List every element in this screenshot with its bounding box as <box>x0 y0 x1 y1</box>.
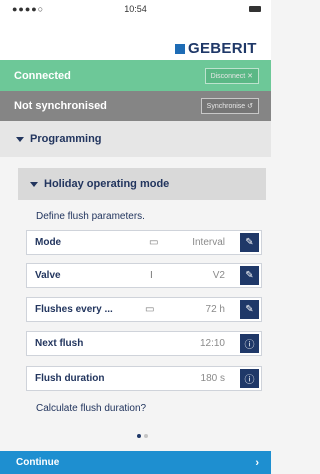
continue-button[interactable]: Continue › <box>0 451 271 474</box>
param-label: Flush duration <box>35 373 105 384</box>
logo-square-icon <box>175 44 185 54</box>
param-value: Interval <box>192 237 225 248</box>
chevron-right-icon: › <box>255 456 259 469</box>
param-label: Flushes every ... <box>35 304 113 315</box>
tablet-icon: ▭ <box>149 237 159 248</box>
param-value: 72 h <box>205 304 225 315</box>
param-label: Mode <box>35 237 62 248</box>
connection-status-bar: Connected Disconnect ✕ <box>0 60 271 91</box>
info-icon[interactable]: ⓘ <box>240 369 259 388</box>
pager-dot[interactable] <box>144 434 148 438</box>
synchronise-button[interactable]: Synchronise ↺ <box>200 98 259 114</box>
sync-status-bar: Not synchronised Synchronise ↺ <box>0 91 271 121</box>
param-row-valve[interactable]: Valve I V2 ✎ <box>26 263 262 288</box>
chevron-down-icon <box>16 136 24 142</box>
param-row-next-flush[interactable]: Next flush 12:10 ⓘ <box>26 331 262 356</box>
param-row-mode[interactable]: Mode ▭ Interval ✎ <box>26 230 262 255</box>
status-time: 10:54 <box>124 4 147 14</box>
param-row-flush-interval[interactable]: Flushes every ... ▭ 72 h ✎ <box>26 297 262 322</box>
status-bar: ●●●●○ 10:54 <box>0 0 271 18</box>
holiday-mode-section-header[interactable]: Holiday operating mode <box>18 168 266 200</box>
continue-label: Continue <box>16 457 60 468</box>
param-value: V2 <box>212 270 225 281</box>
sync-status-label: Not synchronised <box>14 100 107 112</box>
param-row-flush-duration[interactable]: Flush duration 180 s ⓘ <box>26 366 262 391</box>
param-label: Next flush <box>35 338 84 349</box>
calculate-flush-duration-link[interactable]: Calculate flush duration? <box>36 403 146 414</box>
brand-header: GEBERIT <box>0 18 271 60</box>
programming-section-header[interactable]: Programming <box>0 121 271 157</box>
define-parameters-text: Define flush parameters. <box>36 211 145 222</box>
programming-label: Programming <box>30 133 102 145</box>
disconnect-button[interactable]: Disconnect ✕ <box>204 68 259 84</box>
tablet-icon: ▭ <box>145 304 155 315</box>
param-value: 180 s <box>200 373 225 384</box>
param-label: Valve <box>35 270 61 281</box>
text-cursor-icon: I <box>150 270 153 281</box>
param-value: 12:10 <box>199 338 225 349</box>
pager-dot-active[interactable] <box>137 434 141 438</box>
connection-status-label: Connected <box>14 69 71 82</box>
edit-pencil-icon[interactable]: ✎ <box>240 300 259 319</box>
edit-pencil-icon[interactable]: ✎ <box>240 233 259 252</box>
chevron-down-icon <box>30 181 38 187</box>
brand-logo: GEBERIT <box>188 40 257 57</box>
battery-icon <box>249 6 261 12</box>
edit-pencil-icon[interactable]: ✎ <box>240 266 259 285</box>
holiday-mode-label: Holiday operating mode <box>44 178 170 190</box>
info-icon[interactable]: ⓘ <box>240 334 259 353</box>
